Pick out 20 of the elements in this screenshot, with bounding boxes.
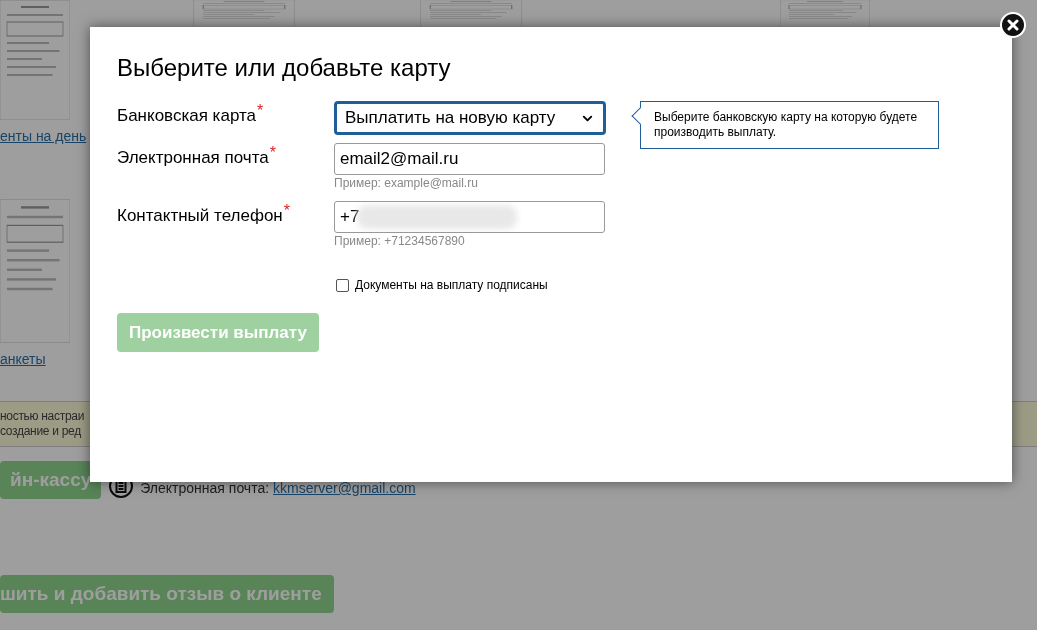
close-icon[interactable]: [1000, 12, 1026, 38]
banner-text: ностью настраи: [0, 409, 86, 424]
dialog-title: Выберите или добавьте карту: [117, 53, 452, 83]
banner-text: создание и ред: [0, 424, 82, 439]
required-mark: *: [283, 203, 290, 219]
field-label: Банковская карта: [117, 105, 256, 127]
text-input[interactable]: +7: [334, 201, 605, 233]
field-label: Контактный телефон: [117, 205, 283, 227]
field-hint: Пример: +71234567890: [334, 234, 466, 248]
card-select[interactable]: Выплатить на новую карту: [334, 101, 606, 135]
field-hint: Пример: example@mail.ru: [334, 176, 479, 190]
text-input[interactable]: email2@mail.ru: [334, 143, 605, 175]
email-link[interactable]: kkmserver@gmail.com: [273, 480, 416, 496]
checkbox[interactable]: [336, 278, 349, 292]
field-label: Электронная почта: [117, 147, 269, 169]
required-mark: *: [257, 103, 264, 119]
required-mark: *: [269, 145, 276, 161]
checkbox-label: Документы на выплату подписаны: [355, 277, 548, 294]
email-label: Электронная почта:: [140, 480, 270, 496]
submit-button: Произвести выплату: [117, 313, 319, 352]
